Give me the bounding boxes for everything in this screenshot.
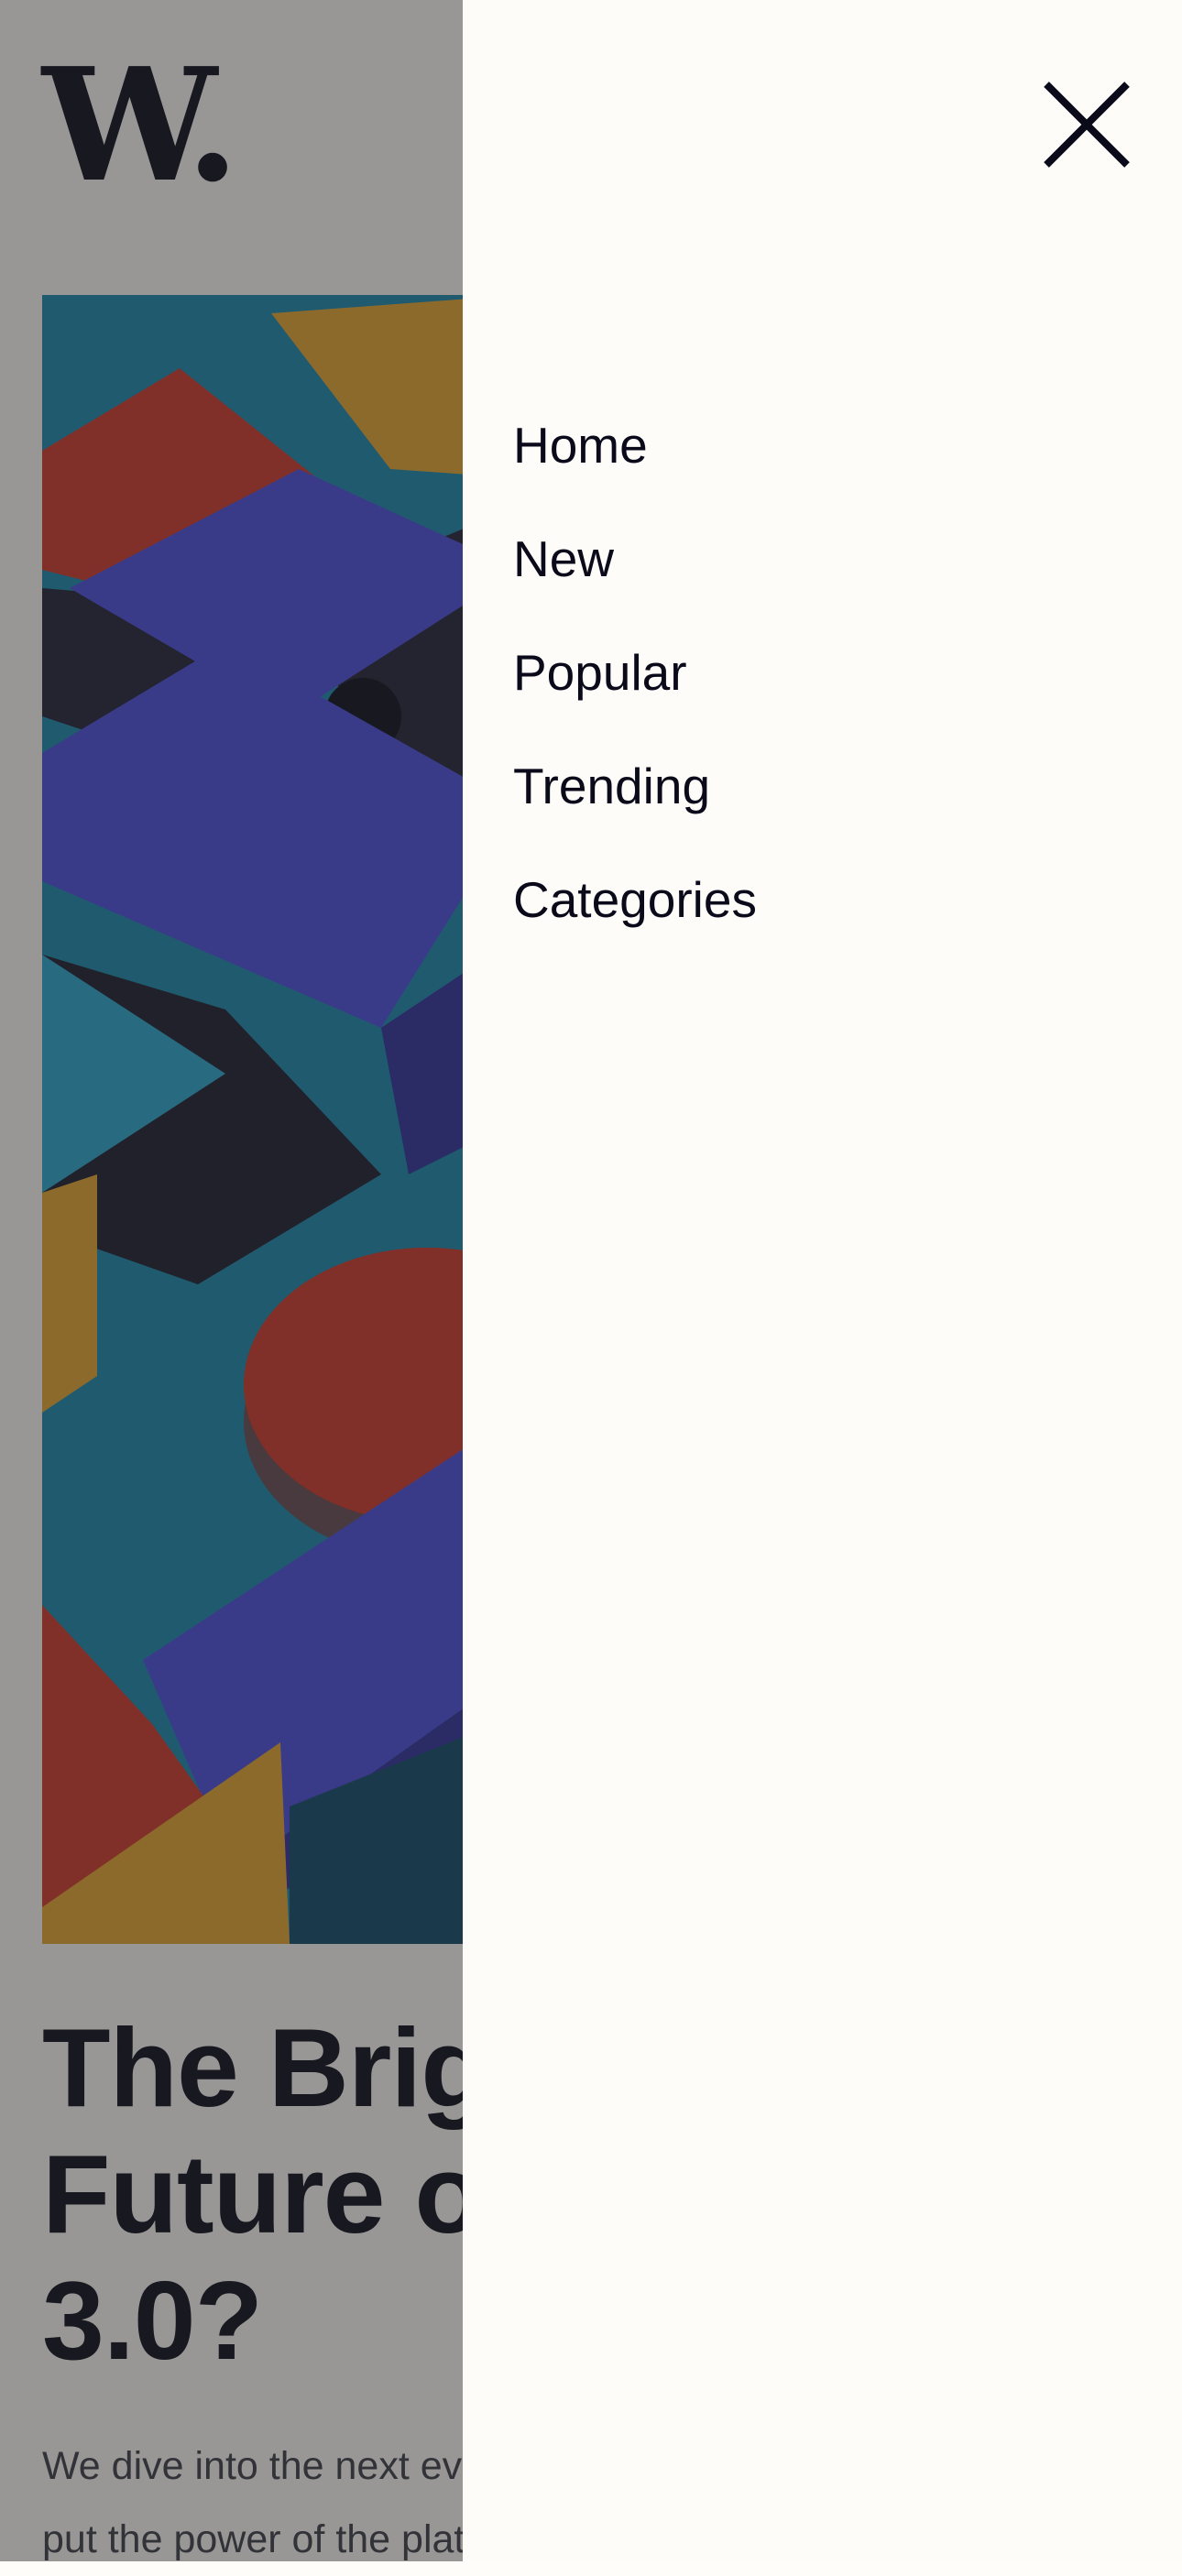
- nav-item-trending[interactable]: Trending: [513, 758, 757, 814]
- nav-item-new[interactable]: New: [513, 530, 757, 587]
- close-menu-button[interactable]: [1041, 79, 1133, 170]
- nav-item-popular[interactable]: Popular: [513, 644, 757, 701]
- nav-item-categories[interactable]: Categories: [513, 871, 757, 928]
- navigation-drawer: [463, 0, 1182, 2561]
- nav-item-home[interactable]: Home: [513, 417, 757, 474]
- drawer-nav: Home New Popular Trending Categories: [513, 417, 757, 985]
- close-icon: [1044, 82, 1130, 168]
- drawer-backdrop[interactable]: [0, 0, 463, 2561]
